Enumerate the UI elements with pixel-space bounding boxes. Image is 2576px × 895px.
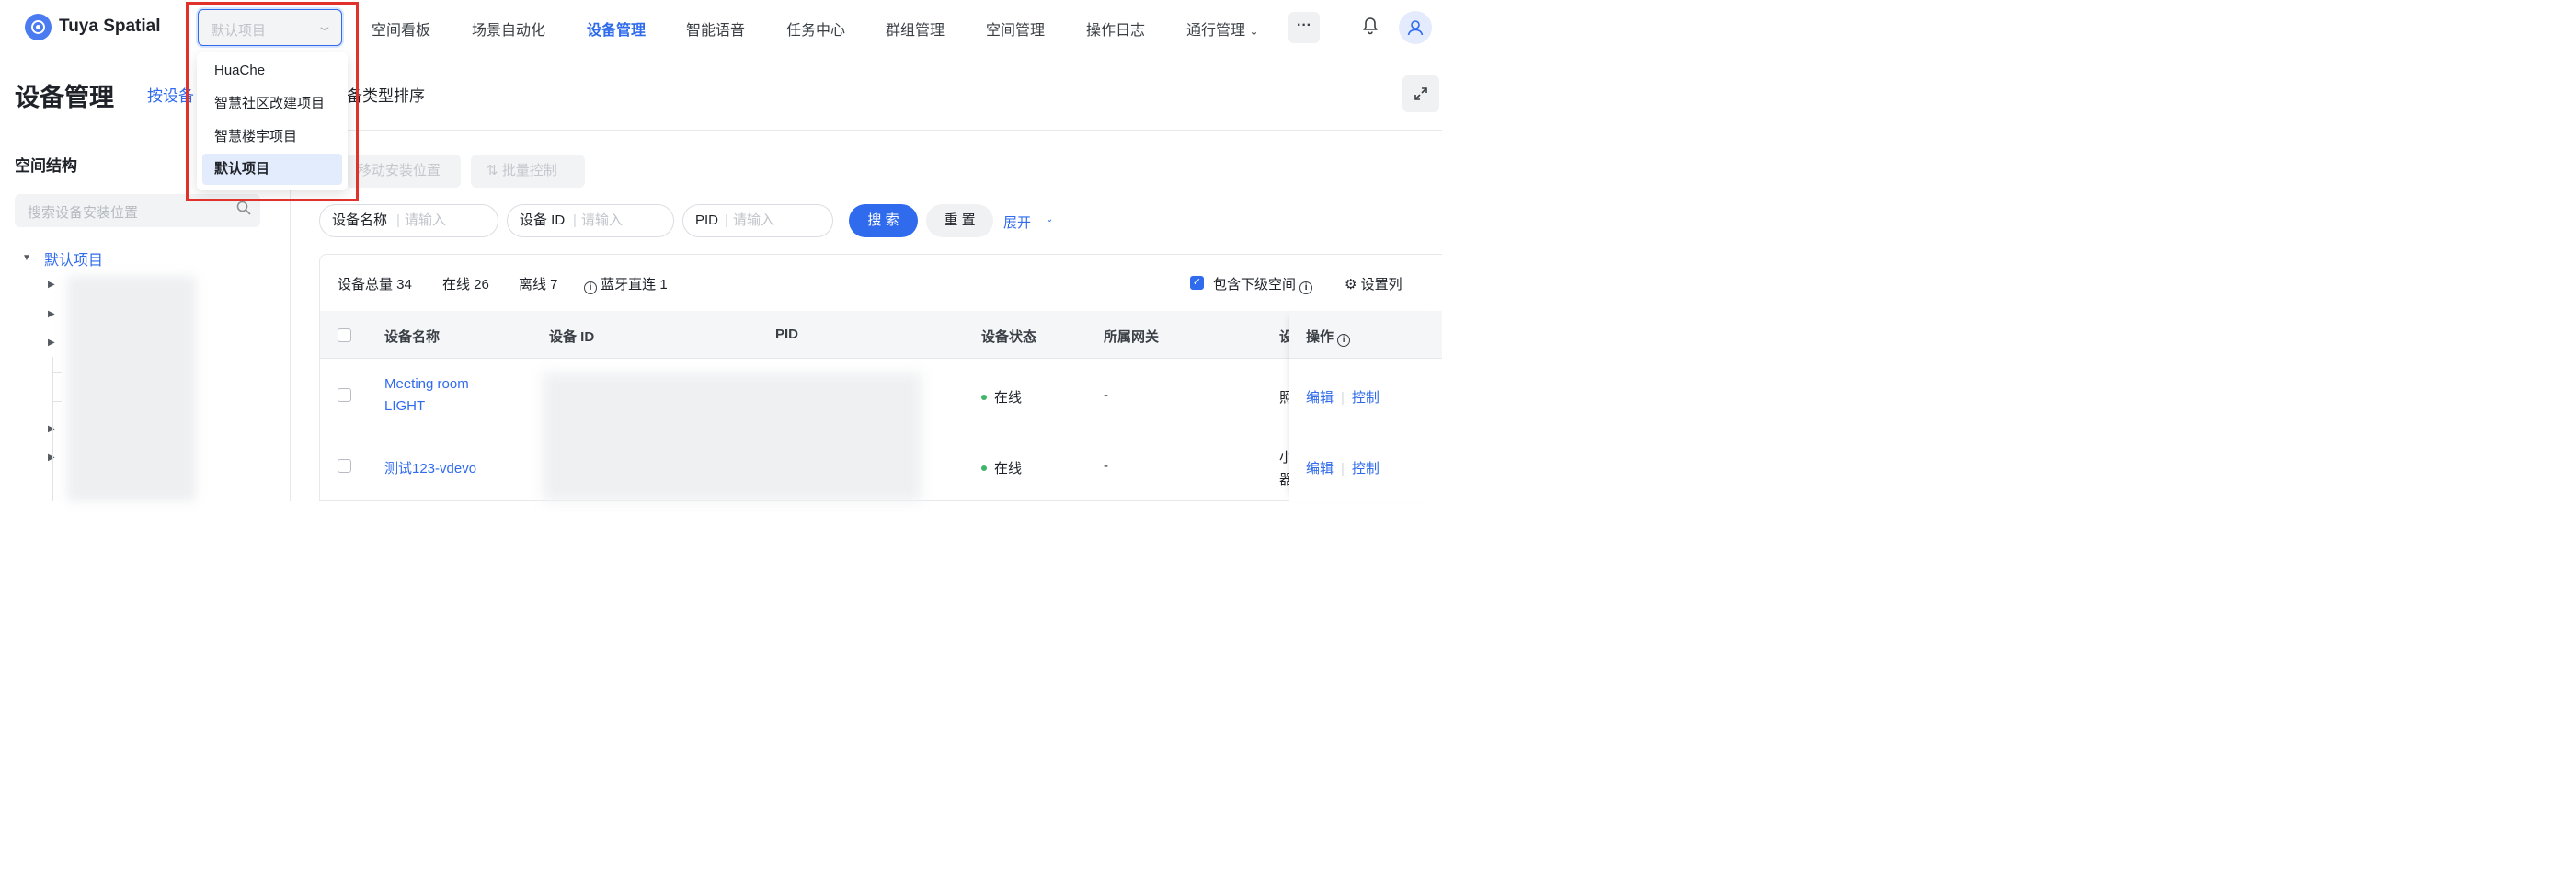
th-operations: 操作 i [1306, 327, 1351, 347]
tree-guide-line [52, 357, 53, 501]
logo-dot [36, 25, 40, 29]
device-id-placeholder: 请输入 [581, 212, 624, 228]
set-columns-label: 设置列 [1360, 277, 1402, 293]
include-sub-label: 包含下级空间 [1213, 277, 1297, 293]
nav-smart-voice[interactable]: 智能语音 [686, 17, 745, 40]
row-checkbox[interactable] [338, 459, 351, 473]
nav-space-management[interactable]: 空间管理 [986, 17, 1045, 40]
device-name-label: 设备名称 [332, 212, 388, 228]
th-pid: PID [775, 327, 799, 342]
pid-filter[interactable]: PID | 请输入 [682, 204, 833, 237]
batch-control-button[interactable]: ⇅ 批量控制 [471, 155, 585, 188]
gear-icon: ⚙ [1345, 277, 1357, 293]
tree-guide-branch [52, 372, 62, 373]
tree-root-default-project[interactable]: 默认项目 [44, 247, 103, 270]
device-name-link[interactable]: Meeting room [384, 376, 469, 392]
device-name-filter[interactable]: 设备名称 | 请输入 [319, 204, 498, 237]
search-icon [236, 201, 251, 220]
nav-space-dashboard[interactable]: 空间看板 [372, 17, 430, 40]
page-title: 设备管理 [15, 84, 114, 111]
status-dot [981, 395, 987, 400]
device-name-link[interactable]: 测试123-vdevo [384, 458, 476, 477]
move-location-button[interactable]: 移动安装位置 [346, 155, 461, 188]
status-label: 在线 [994, 461, 1023, 476]
tree-guide-branch [52, 401, 62, 402]
th-device-name: 设备名称 [384, 329, 441, 345]
device-id-filter[interactable]: 设备 ID | 请输入 [507, 204, 674, 237]
chevron-down-icon[interactable]: ⌄ [1046, 214, 1053, 224]
stat-bluetooth-label: 蓝牙直连 1 [601, 277, 668, 293]
nav-access-label: 通行管理 [1186, 23, 1246, 39]
caret-right-icon[interactable]: ▶ [48, 309, 55, 319]
device-name-link-line2[interactable]: LIGHT [384, 398, 425, 414]
caret-right-icon[interactable]: ▶ [48, 280, 55, 290]
info-icon[interactable]: i [1299, 281, 1313, 294]
pid-placeholder: 请输入 [733, 212, 775, 228]
brand-name: Tuya Spatial [59, 17, 161, 36]
space-structure-title: 空间结构 [15, 157, 77, 175]
action-separator: | [1341, 461, 1345, 476]
row-checkbox[interactable] [338, 388, 351, 402]
reset-button[interactable]: 重 置 [926, 204, 993, 237]
fullscreen-expand-icon[interactable] [1402, 75, 1439, 112]
status-online: 在线 [981, 458, 1022, 477]
space-search-placeholder: 搜索设备安装位置 [28, 205, 139, 221]
nav-group-management[interactable]: 群组管理 [886, 17, 945, 40]
nav-task-center[interactable]: 任务中心 [786, 17, 845, 40]
th-device-id: 设备 ID [549, 329, 595, 345]
row-actions: 编辑 | 控制 [1306, 387, 1380, 407]
include-sub-space: 包含下级空间 i [1213, 274, 1313, 294]
gateway-value: - [1104, 387, 1108, 403]
action-separator: | [1341, 390, 1345, 406]
blurred-tree-labels [67, 276, 196, 501]
control-link[interactable]: 控制 [1352, 390, 1380, 406]
row-actions: 编辑 | 控制 [1306, 458, 1380, 477]
nav-operation-log[interactable]: 操作日志 [1086, 17, 1145, 40]
info-icon[interactable]: i [1337, 334, 1351, 347]
header-divider [291, 130, 1442, 131]
status-online: 在线 [981, 387, 1022, 407]
search-button[interactable]: 搜 索 [849, 204, 918, 237]
caret-right-icon[interactable]: ▶ [48, 453, 55, 463]
bell-icon[interactable] [1362, 17, 1379, 40]
status-dot [981, 465, 987, 471]
stat-offline: 离线 7 [519, 277, 558, 293]
th-gateway: 所属网关 [1104, 329, 1160, 345]
stat-bluetooth: i 蓝牙直连 1 [584, 274, 668, 294]
nav-device-management[interactable]: 设备管理 [587, 17, 646, 40]
highlight-annotation-box [186, 2, 359, 201]
user-avatar-icon[interactable] [1399, 11, 1432, 44]
device-id-label: 设备 ID [520, 212, 566, 228]
control-link[interactable]: 控制 [1352, 461, 1380, 476]
batch-control-label: 批量控制 [501, 163, 557, 178]
stat-online: 在线 26 [442, 277, 489, 293]
edit-link[interactable]: 编辑 [1306, 390, 1334, 406]
filter-separator: | [396, 212, 400, 228]
gateway-value: - [1104, 458, 1108, 474]
filter-separator: | [573, 212, 577, 228]
select-all-checkbox[interactable] [338, 328, 351, 342]
th-device-status: 设备状态 [981, 329, 1037, 345]
edit-link[interactable]: 编辑 [1306, 461, 1334, 476]
stat-total: 设备总量 34 [338, 277, 412, 293]
expand-filters-button[interactable]: 展开 [1003, 212, 1031, 232]
th-operations-label: 操作 [1306, 329, 1334, 345]
status-label: 在线 [994, 390, 1023, 406]
info-icon[interactable]: i [584, 281, 597, 294]
sort-icon: ⇅ [487, 163, 498, 178]
more-menu-button[interactable]: ··· [1288, 12, 1320, 43]
set-columns-button[interactable]: ⚙ 设置列 [1345, 274, 1402, 293]
pid-label: PID [695, 212, 719, 228]
table-header [320, 311, 1442, 359]
filter-separator: | [725, 212, 728, 228]
caret-right-icon[interactable]: ▶ [48, 424, 55, 434]
nav-access-management[interactable]: 通行管理 ⌄ [1186, 17, 1259, 40]
nav-scene-automation[interactable]: 场景自动化 [472, 17, 545, 40]
blurred-id-pid-cells [543, 373, 922, 501]
caret-down-icon[interactable]: ▼ [22, 253, 31, 263]
caret-right-icon[interactable]: ▶ [48, 338, 55, 348]
chevron-down-icon: ⌄ [1249, 25, 1259, 38]
device-name-placeholder: 请输入 [405, 212, 447, 228]
include-sub-checkbox[interactable]: ✓ [1190, 276, 1204, 290]
